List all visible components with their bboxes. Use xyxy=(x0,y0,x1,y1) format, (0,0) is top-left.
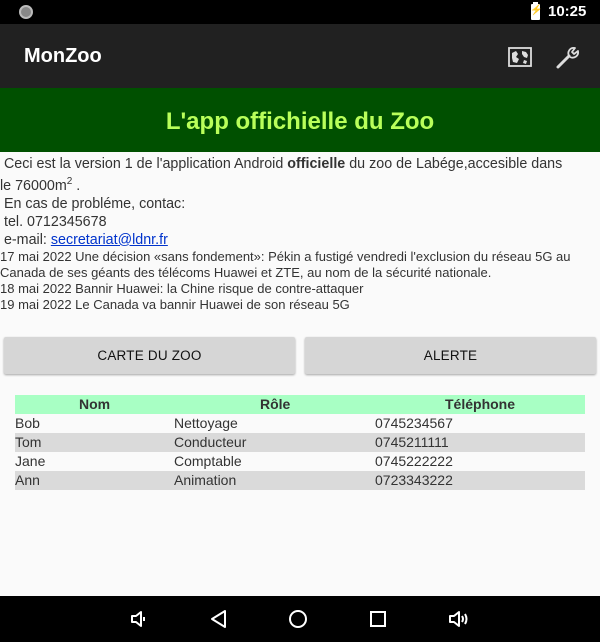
table-row: Ann Animation 0723343222 xyxy=(15,471,585,490)
table-row: Jane Comptable 0745222222 xyxy=(15,452,585,471)
alert-button[interactable]: ALERTE xyxy=(305,337,596,374)
intro-area-text: le 76000m xyxy=(0,177,67,194)
volume-up-icon[interactable] xyxy=(447,608,469,630)
news-item: Canada de ses géants des télécoms Huawei… xyxy=(0,265,492,280)
zoo-map-button[interactable]: CARTE DU ZOO xyxy=(4,337,295,374)
battery-charging-icon xyxy=(530,2,542,20)
cell-role: Nettoyage xyxy=(174,415,238,431)
column-header-phone: Téléphone xyxy=(445,396,516,412)
back-icon[interactable] xyxy=(208,608,230,630)
recents-icon[interactable] xyxy=(367,608,389,630)
home-icon[interactable] xyxy=(287,608,309,630)
cell-role: Conducteur xyxy=(174,434,247,450)
app-title: MonZoo xyxy=(24,45,102,67)
welcome-banner: L'app offichielle du Zoo xyxy=(0,88,600,152)
contact-email-row: e-mail: secretariat@ldnr.fr xyxy=(0,231,600,249)
news-item: 17 mai 2022 Une décision «sans fondement… xyxy=(0,249,571,264)
cell-name: Bob xyxy=(15,415,40,431)
news-list: 17 mai 2022 Une décision «sans fondement… xyxy=(0,249,600,313)
status-bar: 10:25 xyxy=(0,0,600,24)
status-circle-icon xyxy=(19,5,33,19)
column-header-name: Nom xyxy=(79,396,111,412)
news-item: 18 mai 2022 Bannir Huawei: la Chine risq… xyxy=(0,281,364,296)
volume-down-icon[interactable] xyxy=(128,608,150,630)
status-clock: 10:25 xyxy=(548,3,587,20)
email-label: e-mail: xyxy=(0,231,51,248)
banner-title: L'app offichielle du Zoo xyxy=(165,108,435,135)
cell-role: Animation xyxy=(174,472,237,488)
column-header-role: Rôle xyxy=(260,396,291,412)
staff-table: Nom Rôle Téléphone Bob Nettoyage 0745234… xyxy=(15,395,585,490)
news-item: 19 mai 2022 Le Canada va bannir Huawei d… xyxy=(0,297,350,312)
cell-phone: 0723343222 xyxy=(375,472,453,488)
cell-phone: 0745234567 xyxy=(375,415,453,431)
map-icon[interactable] xyxy=(507,44,533,70)
intro-text-segment: . xyxy=(72,177,81,194)
cell-phone: 0745222222 xyxy=(375,453,453,469)
cell-phone: 0745211111 xyxy=(375,434,449,450)
intro-bold-word: officielle xyxy=(287,156,346,172)
cell-name: Tom xyxy=(15,434,42,450)
app-bar: MonZoo xyxy=(0,24,600,88)
intro-line-2: le 76000m2 . xyxy=(0,173,600,195)
intro-text-segment: du zoo de Labége,accesible dans xyxy=(345,156,563,172)
cell-role: Comptable xyxy=(174,453,242,469)
contact-heading: En cas de probléme, contac: xyxy=(0,195,186,212)
system-nav-bar xyxy=(0,596,600,642)
contact-phone: tel. 0712345678 xyxy=(0,213,107,230)
email-link[interactable]: secretariat@ldnr.fr xyxy=(51,232,168,248)
table-row: Tom Conducteur 0745211111 xyxy=(15,433,585,452)
cell-name: Ann xyxy=(15,472,40,488)
intro-text: Ceci est la version 1 de l'application A… xyxy=(0,155,600,249)
cell-name: Jane xyxy=(15,453,46,469)
table-row: Bob Nettoyage 0745234567 xyxy=(15,414,585,433)
intro-line-1: Ceci est la version 1 de l'application A… xyxy=(0,155,600,173)
table-header: Nom Rôle Téléphone xyxy=(15,395,585,414)
intro-text-segment: Ceci est la version 1 de l'application A… xyxy=(0,156,288,172)
wrench-icon[interactable] xyxy=(555,44,581,70)
